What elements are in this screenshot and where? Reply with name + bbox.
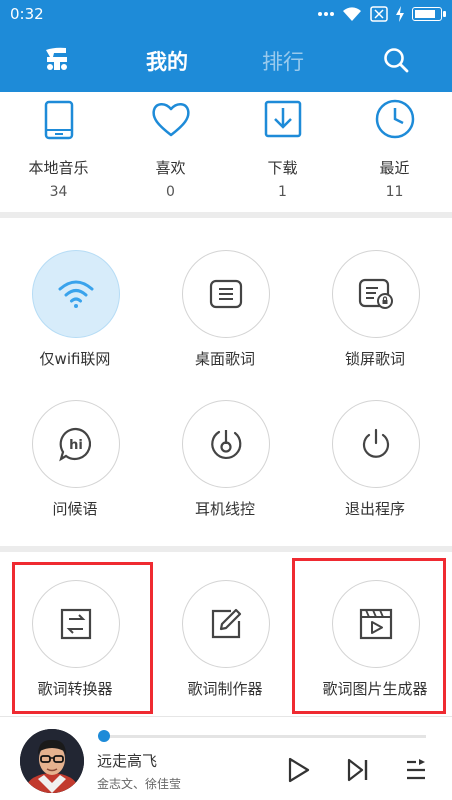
search-icon[interactable] [382, 46, 410, 74]
tool-lyrics-maker[interactable]: 歌词制作器 [150, 552, 300, 702]
sim-x-icon [370, 6, 388, 22]
song-artist: 金志文、徐佳莹 [97, 777, 182, 791]
status-time: 0:32 [10, 5, 44, 23]
stat-downloads[interactable]: 下载 1 [226, 92, 339, 212]
app-header: 我的 排行 [0, 30, 452, 92]
playback-progress[interactable] [98, 730, 426, 742]
next-icon[interactable] [346, 757, 370, 783]
desktop-lyrics-icon [209, 279, 243, 309]
feature-grid: 仅wifi联网 桌面歌词 锁屏歌词 hi 问候语 耳机线控 退出程序 [0, 218, 452, 546]
playlist-icon[interactable] [404, 757, 428, 783]
feature-label: 问候语 [52, 500, 98, 518]
tool-label: 歌词制作器 [187, 680, 263, 698]
feature-lockscreen-lyrics[interactable]: 锁屏歌词 [300, 218, 450, 368]
library-stats: 本地音乐 34 喜欢 0 下载 1 最近 11 [0, 92, 452, 212]
stat-local-music[interactable]: 本地音乐 34 [2, 92, 115, 212]
feature-label: 锁屏歌词 [344, 350, 405, 368]
lockscreen-lyrics-icon [358, 278, 393, 309]
hi-greeting-icon: hi [59, 427, 92, 462]
feature-circle[interactable] [32, 250, 120, 338]
stat-label: 喜欢 [155, 159, 186, 177]
feature-circle[interactable]: hi [32, 400, 120, 488]
tab-mine[interactable]: 我的 [146, 46, 188, 76]
heart-icon [152, 103, 190, 137]
feature-wifi-only[interactable]: 仅wifi联网 [0, 218, 150, 368]
power-icon [362, 428, 390, 458]
now-playing-bar[interactable]: 远走高飞 金志文、徐佳莹 [0, 716, 452, 800]
phone-icon [44, 100, 74, 140]
feature-label: 仅wifi联网 [39, 350, 111, 368]
wifi-icon [58, 280, 94, 308]
feature-circle[interactable] [182, 250, 270, 338]
tab-ranking[interactable]: 排行 [262, 46, 304, 76]
tool-circle[interactable] [182, 580, 270, 668]
earphone-control-icon [211, 430, 242, 460]
feature-greeting[interactable]: hi 问候语 [0, 368, 150, 518]
stat-favorites[interactable]: 喜欢 0 [114, 92, 227, 212]
status-bar: 0:32 [0, 0, 452, 30]
feature-desktop-lyrics[interactable]: 桌面歌词 [150, 218, 300, 368]
highlight-box-image-generator [292, 558, 446, 714]
stat-count: 1 [278, 184, 287, 200]
play-icon[interactable] [287, 757, 311, 783]
feature-circle[interactable] [332, 250, 420, 338]
stat-count: 34 [49, 184, 68, 200]
stat-count: 0 [166, 184, 175, 200]
feature-label: 退出程序 [344, 500, 405, 518]
feature-exit-app[interactable]: 退出程序 [300, 368, 450, 518]
feature-label: 耳机线控 [194, 500, 255, 518]
stat-label: 最近 [379, 159, 410, 177]
highlight-box-converter [12, 562, 153, 714]
feature-earphone-control[interactable]: 耳机线控 [150, 368, 300, 518]
song-title: 远走高飞 [97, 752, 158, 770]
charging-icon [396, 6, 404, 22]
download-icon [264, 100, 302, 138]
progress-handle[interactable] [98, 730, 111, 742]
stat-label: 下载 [267, 159, 298, 177]
album-avatar[interactable] [20, 729, 84, 793]
music-le-logo[interactable] [42, 44, 72, 74]
stat-label: 本地音乐 [28, 159, 89, 177]
status-icons [318, 6, 446, 22]
lyrics-tools: 歌词转换器 歌词制作器 歌词图片生成器 [0, 552, 452, 716]
clock-icon [375, 99, 415, 139]
feature-circle[interactable] [182, 400, 270, 488]
stat-count: 11 [385, 184, 404, 200]
feature-circle[interactable] [332, 400, 420, 488]
wifi-icon [343, 7, 361, 21]
edit-icon [211, 608, 242, 639]
dots-icon [318, 12, 334, 16]
stat-recent[interactable]: 最近 11 [338, 92, 451, 212]
battery-icon [412, 7, 446, 21]
feature-label: 桌面歌词 [194, 350, 255, 368]
svg-text:hi: hi [69, 438, 83, 453]
